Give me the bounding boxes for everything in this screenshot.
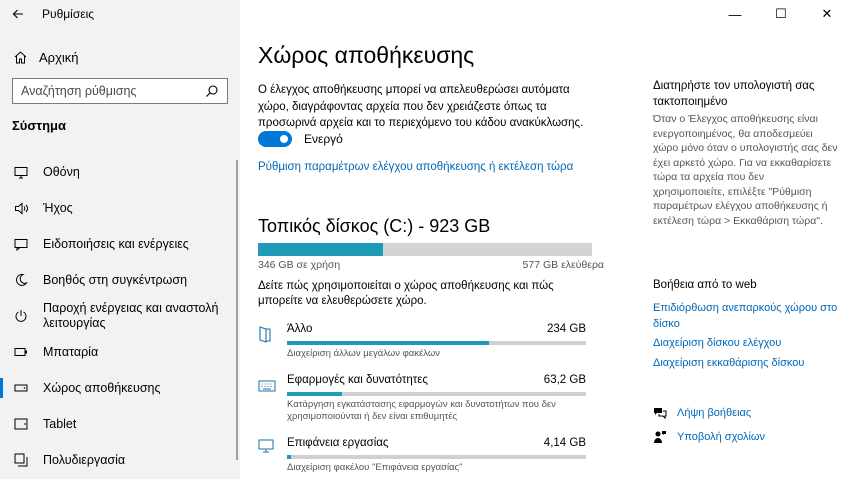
disk-description: Δείτε πώς χρησιμοποιείται ο χώρος αποθήκ… xyxy=(258,280,554,307)
sidebar-item-label: Μπαταρία xyxy=(43,344,99,359)
category-size: 63,2 GB xyxy=(543,374,586,386)
maximize-button[interactable]: ☐ xyxy=(758,0,804,28)
help-link-fix-low-disk[interactable]: Επιδιόρθωση ανεπαρκούς χώρου στο δίσκο xyxy=(653,301,843,332)
chat-help-icon xyxy=(653,406,667,420)
sidebar-item-label: Παροχή ενέργειας και αναστολή λειτουργία… xyxy=(43,301,219,330)
help-link-manage-disk-cleanup[interactable]: Διαχείριση εκκαθάρισης δίσκου xyxy=(653,356,843,372)
used-space-label: 346 GB σε χρήση xyxy=(258,259,341,271)
home-label: Αρχική xyxy=(39,49,79,65)
disk-usage-bar xyxy=(258,243,592,256)
category-bar-fill xyxy=(287,341,490,345)
sidebar-scrollbar[interactable] xyxy=(236,160,238,460)
sidebar-item-display[interactable]: Οθόνη xyxy=(0,154,240,190)
get-help-label: Λήψη βοήθειας xyxy=(677,407,752,419)
minimize-button[interactable]: — xyxy=(712,0,758,28)
notification-icon xyxy=(13,238,29,251)
category-bar-fill xyxy=(287,392,342,396)
web-help-title: Βοήθεια από το web xyxy=(653,279,757,291)
category-name: Επιφάνεια εργασίας xyxy=(287,437,389,449)
monitor-icon xyxy=(13,166,29,179)
sidebar-item-focus-assist[interactable]: Βοηθός στη συγκέντρωση xyxy=(0,262,240,298)
sidebar-item-sound[interactable]: Ήχος xyxy=(0,190,240,226)
category-name: Άλλο xyxy=(287,323,313,335)
battery-icon xyxy=(13,347,29,357)
get-help-action[interactable]: Λήψη βοήθειας xyxy=(653,406,751,420)
sidebar-item-tablet[interactable]: Tablet xyxy=(0,406,240,442)
sidebar-item-power-sleep[interactable]: Παροχή ενέργειας και αναστολή λειτουργία… xyxy=(0,298,240,334)
category-bar xyxy=(287,392,586,396)
toggle-label: Ενεργό xyxy=(304,132,343,146)
speaker-icon xyxy=(13,201,29,215)
search-input[interactable] xyxy=(21,84,205,98)
category-name: Εφαρμογές και δυνατότητες xyxy=(287,374,428,386)
tidy-pc-title: Διατηρήστε τον υπολογιστή σας τακτοποιημ… xyxy=(653,80,815,108)
storage-sense-toggle-row: Ενεργό xyxy=(258,131,343,147)
sidebar-nav: Οθόνη Ήχος Ειδοποιήσεις και ενέργειες Βο… xyxy=(0,154,240,478)
storage-sense-toggle[interactable] xyxy=(258,131,292,147)
sidebar-item-battery[interactable]: Μπαταρία xyxy=(0,334,240,370)
app-title: Ρυθμίσεις xyxy=(42,7,95,21)
sidebar-item-label: Ειδοποιήσεις και ενέργειες xyxy=(43,236,189,251)
close-button[interactable]: ✕ xyxy=(804,0,850,28)
section-title: Σύστημα xyxy=(12,118,66,133)
sidebar-item-label: Οθόνη xyxy=(43,164,80,179)
disk-usage-fill xyxy=(258,243,384,256)
tidy-pc-text: Όταν ο Έλεγχος αποθήκευσης είναι ενεργοπ… xyxy=(653,113,838,227)
category-bar-fill xyxy=(287,455,291,459)
sidebar-item-label: Ήχος xyxy=(43,200,73,215)
home-icon xyxy=(13,50,29,65)
free-space-label: 577 GB ελεύθερα xyxy=(522,259,604,271)
give-feedback-label: Υποβολή σχολίων xyxy=(677,431,766,443)
title-bar-left: Ρυθμίσεις xyxy=(0,0,94,28)
disk-title: Τοπικός δίσκος (C:) - 923 GB xyxy=(258,216,491,236)
category-size: 4,14 GB xyxy=(543,437,586,449)
category-other[interactable]: Άλλο 234 GB Διαχείριση άλλων μεγάλων φακ… xyxy=(258,323,592,363)
keyboard-icon xyxy=(258,379,276,395)
category-description: Κατάργηση εγκατάστασης εφαρμογών και δυν… xyxy=(287,399,556,422)
category-description: Διαχείριση άλλων μεγάλων φακέλων xyxy=(287,348,441,359)
feedback-icon xyxy=(653,430,667,444)
sidebar-item-label: Πολυδιεργασία xyxy=(43,452,126,467)
sidebar-item-multitasking[interactable]: Πολυδιεργασία xyxy=(0,442,240,478)
help-link-manage-check-disk[interactable]: Διαχείριση δίσκου ελέγχου xyxy=(653,336,843,352)
sidebar-item-notifications[interactable]: Ειδοποιήσεις και ενέργειες xyxy=(0,226,240,262)
configure-storage-sense-link[interactable]: Ρύθμιση παραμέτρων ελέγχου αποθήκευσης ή… xyxy=(258,161,573,173)
moon-icon xyxy=(13,273,29,287)
storage-sense-description: Ο έλεγχος αποθήκευσης μπορεί να απελευθε… xyxy=(258,84,584,129)
tablet-icon xyxy=(13,418,29,430)
search-icon[interactable] xyxy=(205,84,219,98)
give-feedback-action[interactable]: Υποβολή σχολίων xyxy=(653,430,765,444)
back-button[interactable] xyxy=(0,0,36,28)
folder-icon xyxy=(258,325,276,343)
multitasking-icon xyxy=(13,453,29,467)
home-nav-item[interactable]: Αρχική xyxy=(0,44,240,70)
category-size: 234 GB xyxy=(547,323,586,335)
desktop-icon xyxy=(258,439,276,455)
sidebar: Ρυθμίσεις Αρχική Σύστημα Οθόνη Ήχος Ειδο… xyxy=(0,0,240,479)
category-bar xyxy=(287,455,586,459)
back-arrow-icon xyxy=(12,9,23,19)
category-desktop[interactable]: Επιφάνεια εργασίας 4,14 GB Διαχείριση φα… xyxy=(258,437,592,477)
power-icon xyxy=(13,309,29,323)
category-bar xyxy=(287,341,586,345)
sidebar-item-label: Χώρος αποθήκευσης xyxy=(43,380,161,395)
category-description: Διαχείριση φακέλου "Επιφάνεια εργασίας" xyxy=(287,462,463,473)
storage-icon xyxy=(13,383,29,393)
sidebar-item-storage[interactable]: Χώρος αποθήκευσης xyxy=(0,370,240,406)
window-controls: — ☐ ✕ xyxy=(712,0,850,28)
page-title: Χώρος αποθήκευσης xyxy=(258,42,475,68)
sidebar-item-label: Tablet xyxy=(43,416,77,431)
category-apps-features[interactable]: Εφαρμογές και δυνατότητες 63,2 GB Κατάργ… xyxy=(258,374,592,426)
sidebar-item-label: Βοηθός στη συγκέντρωση xyxy=(43,272,188,287)
search-box[interactable] xyxy=(12,78,228,104)
